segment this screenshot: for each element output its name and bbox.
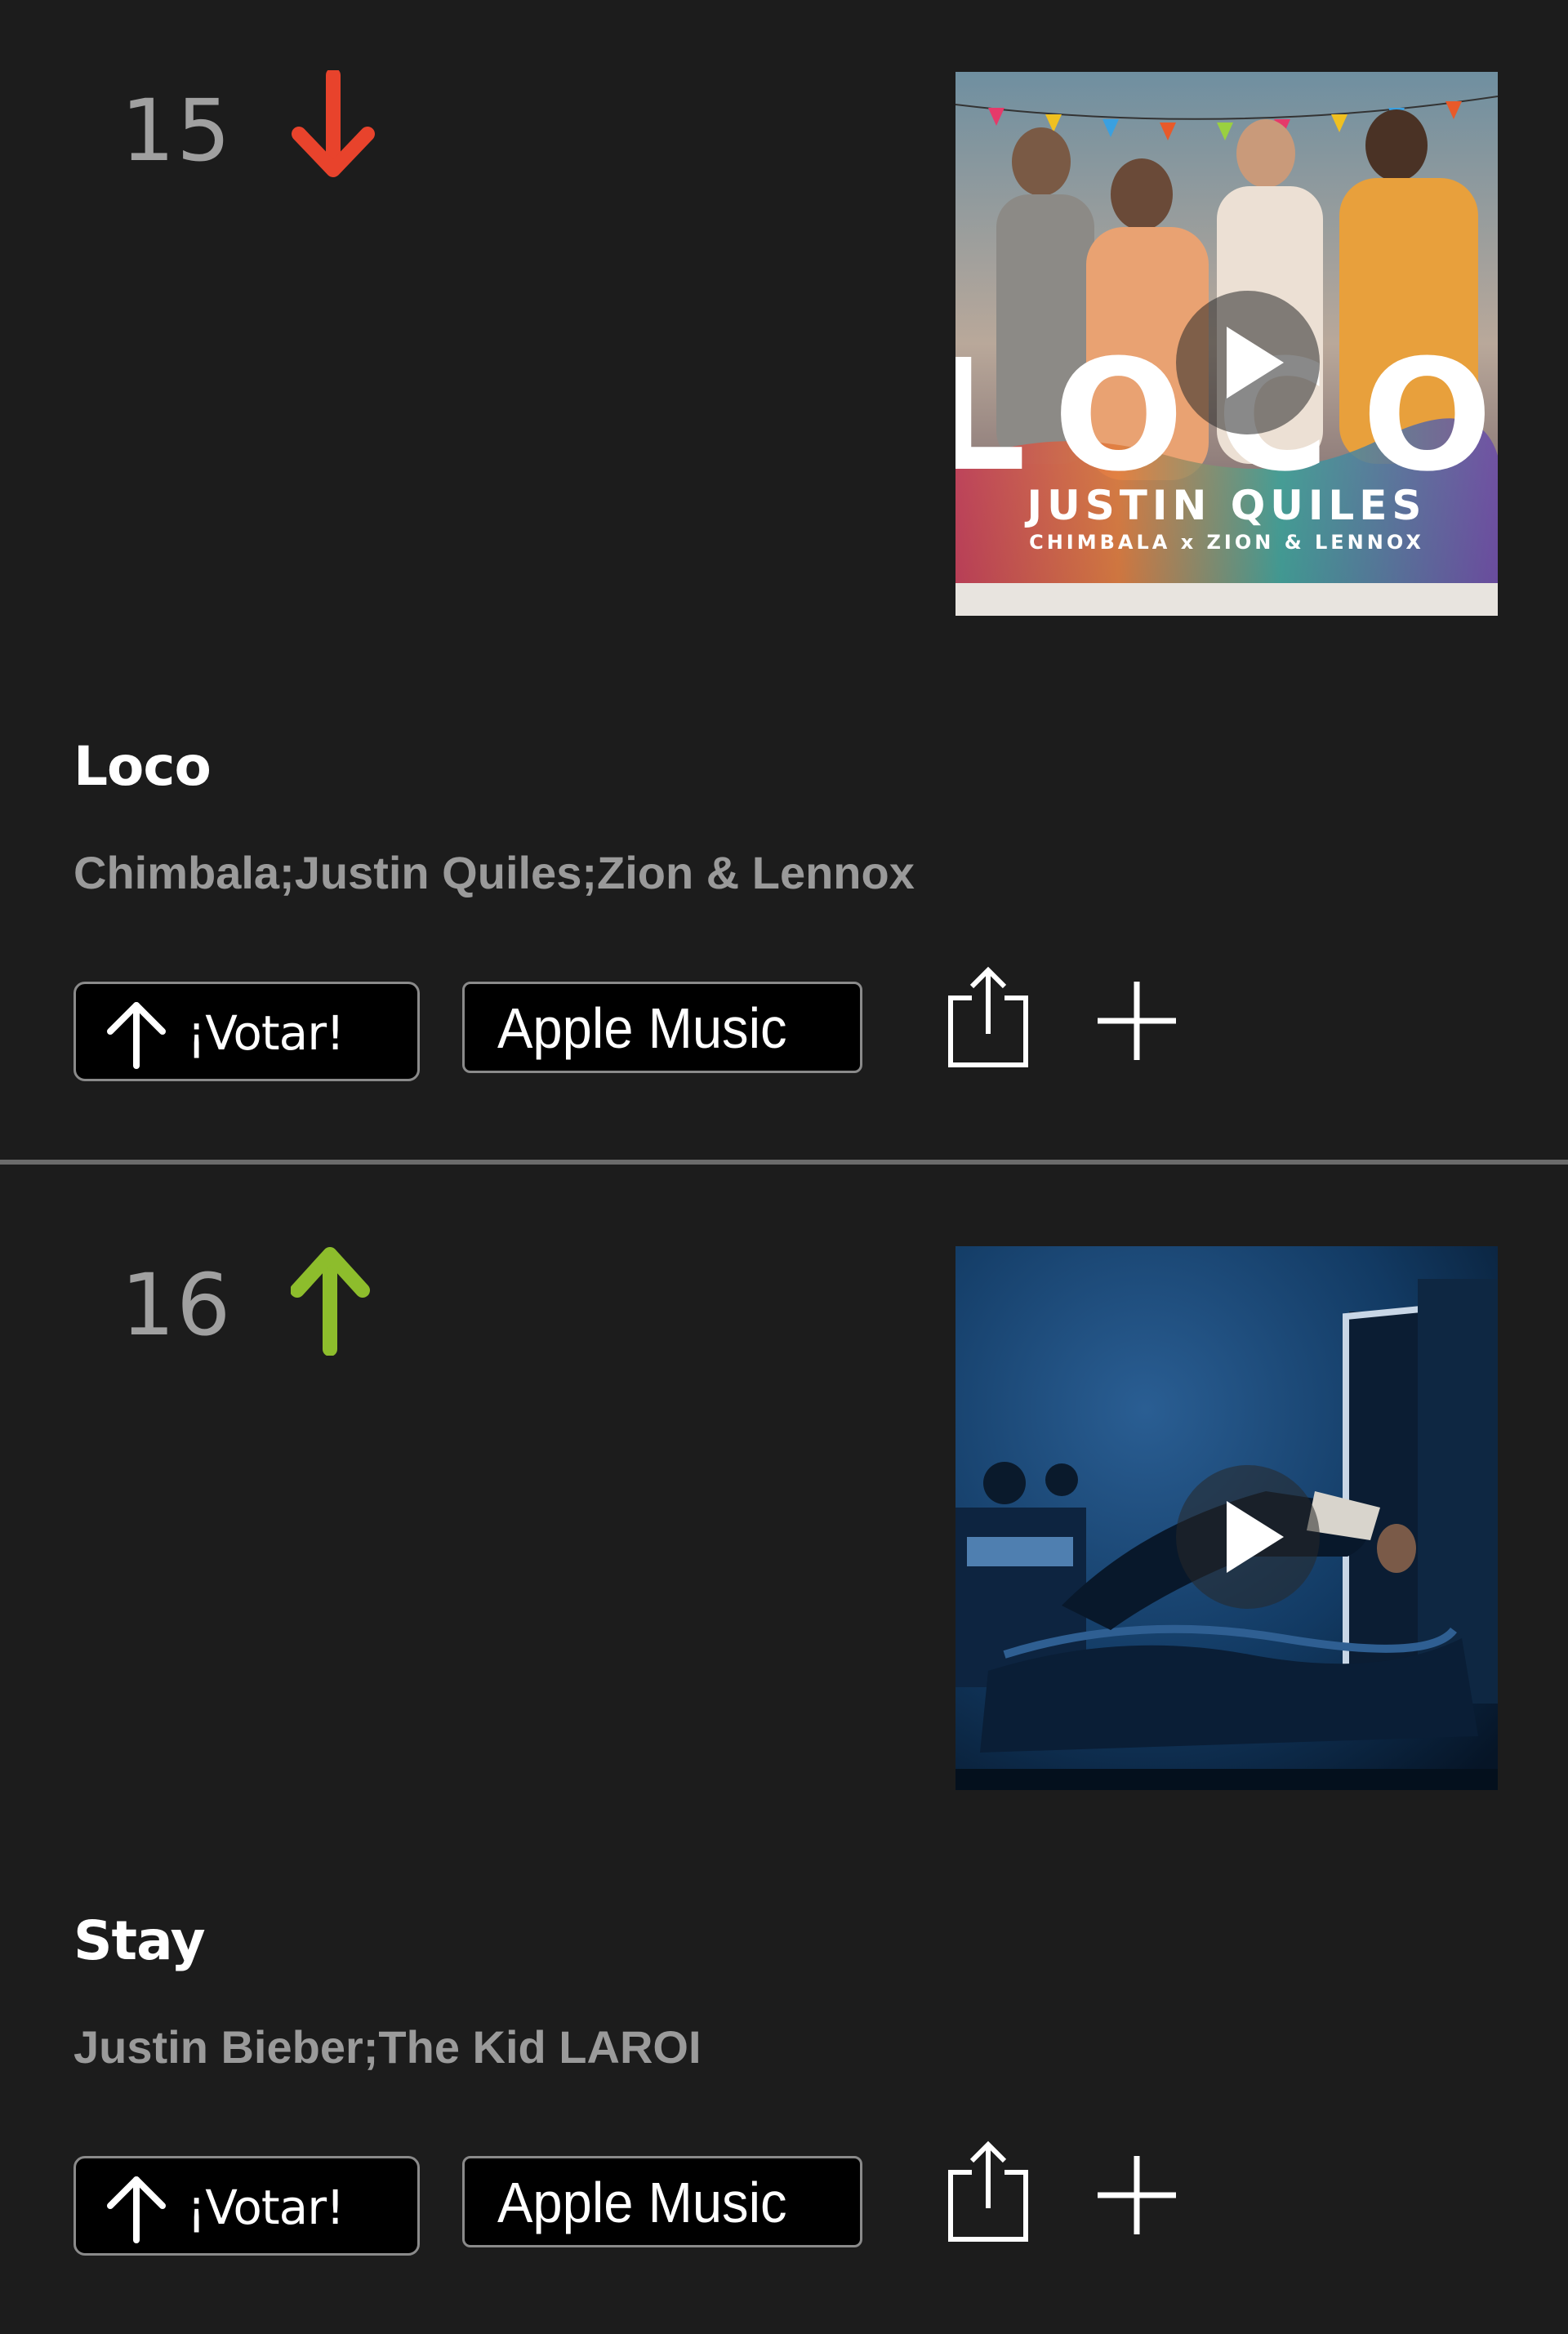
song-title: Stay xyxy=(74,1909,206,1972)
plus-icon[interactable] xyxy=(1094,978,1179,1063)
arrow-up-icon xyxy=(107,2176,166,2243)
rank-number: 15 xyxy=(121,81,233,180)
apple-music-label: Apple Music xyxy=(497,996,787,1060)
song-artists: Justin Bieber;The Kid LAROI xyxy=(74,2021,702,2073)
cover-featuring: CHIMBALA x ZION & LENNOX xyxy=(1029,531,1424,554)
share-icon[interactable] xyxy=(941,2138,1036,2243)
play-button[interactable] xyxy=(1176,1465,1320,1609)
entry-divider xyxy=(0,1160,1568,1165)
album-cover[interactable] xyxy=(956,1246,1498,1790)
album-cover[interactable]: LOCO JUSTIN QUILES CHIMBALA x ZION & LEN… xyxy=(956,72,1498,616)
vote-button-label: ¡Votar! xyxy=(187,1005,345,1061)
share-icon[interactable] xyxy=(941,964,1036,1068)
apple-music-button[interactable]: Apple Music xyxy=(462,982,862,1073)
vote-button[interactable]: ¡Votar! xyxy=(74,2156,420,2256)
apple-music-label: Apple Music xyxy=(497,2171,787,2234)
arrow-down-icon xyxy=(291,68,376,181)
chart-entry: 15 JUSTIN QUILES CHIMBALA x ZION & LENNO… xyxy=(0,0,1568,1165)
play-icon xyxy=(1227,327,1284,399)
song-artists: Chimbala;Justin Quiles;Zion & Lennox xyxy=(74,847,915,898)
cover-artist: JUSTIN QUILES xyxy=(1025,482,1427,529)
chart-entry: 16 Stay Justin Bieber;The Kid LAROI ¡Vot… xyxy=(0,1174,1568,2334)
vote-button[interactable]: ¡Votar! xyxy=(74,982,420,1081)
arrow-up-icon xyxy=(107,1002,166,1069)
arrow-up-icon xyxy=(290,1245,376,1356)
rank-number: 16 xyxy=(121,1255,233,1355)
plus-icon[interactable] xyxy=(1094,2153,1179,2238)
apple-music-button[interactable]: Apple Music xyxy=(462,2156,862,2247)
song-title: Loco xyxy=(74,735,212,798)
vote-button-label: ¡Votar! xyxy=(187,2180,345,2235)
play-button[interactable] xyxy=(1176,291,1320,434)
play-icon xyxy=(1227,1501,1284,1573)
